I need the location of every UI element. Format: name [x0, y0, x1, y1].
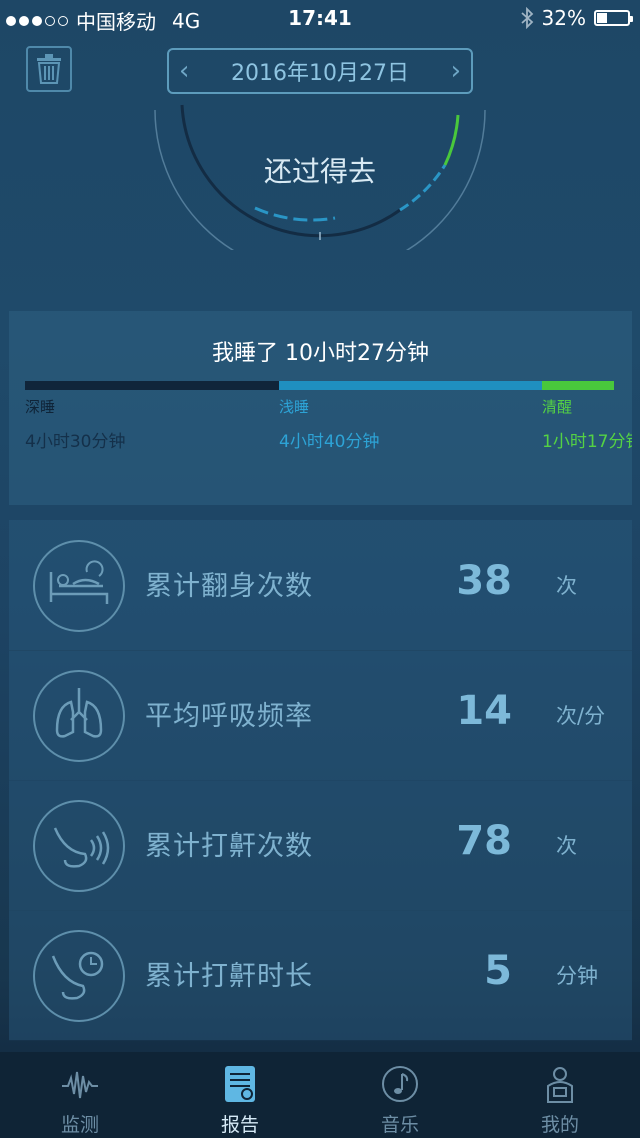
metric-value: 5 — [484, 948, 512, 994]
metrics-list: 累计翻身次数 38 次 平均呼吸频率 14 次/分 累计打鼾次数 78 次 累计… — [9, 520, 632, 1041]
metric-row-snore-duration[interactable]: 累计打鼾时长 5 分钟 — [9, 910, 632, 1041]
snore-icon — [33, 800, 125, 892]
trash-icon — [37, 54, 61, 84]
metric-value: 14 — [456, 688, 512, 734]
tab-monitor[interactable]: 监测 — [0, 1052, 160, 1138]
light-sleep-bar — [279, 381, 542, 390]
light-sleep-duration: 4小时40分钟 — [279, 432, 380, 452]
report-icon — [225, 1066, 255, 1102]
lungs-icon — [33, 670, 125, 762]
tab-profile[interactable]: 我的 — [480, 1052, 640, 1138]
battery-icon — [594, 10, 633, 26]
metric-label: 累计打鼾时长 — [145, 961, 313, 992]
tab-music[interactable]: 音乐 — [320, 1052, 480, 1138]
battery-percent: 32% — [541, 6, 586, 30]
tab-bar: 监测 报告 音乐 我的 — [0, 1052, 640, 1138]
metric-label: 平均呼吸频率 — [145, 701, 313, 732]
status-bar: 中国移动 4G 17:41 32% — [0, 0, 640, 36]
metric-unit: 分钟 — [556, 964, 598, 988]
metric-label: 累计打鼾次数 — [145, 831, 313, 862]
bluetooth-icon — [520, 7, 533, 29]
bed-turn-icon — [33, 540, 125, 632]
tab-report[interactable]: 报告 — [160, 1052, 320, 1138]
metric-value: 38 — [456, 558, 512, 604]
metric-row-turnovers[interactable]: 累计翻身次数 38 次 — [9, 520, 632, 651]
light-sleep-label: 浅睡 — [279, 398, 310, 416]
awake-bar — [542, 381, 614, 390]
sleep-summary-card: 我睡了 10小时27分钟 深睡 浅睡 清醒 4小时30分钟 4小时40分钟 1小… — [9, 311, 632, 505]
total-sleep-label: 我睡了 10小时27分钟 — [212, 341, 429, 366]
deep-sleep-label: 深睡 — [25, 398, 56, 416]
awake-label: 清醒 — [542, 398, 573, 416]
dial-inner-arc-light — [254, 206, 336, 222]
delete-button[interactable] — [26, 46, 72, 92]
metric-row-snore-count[interactable]: 累计打鼾次数 78 次 — [9, 780, 632, 911]
metric-label: 累计翻身次数 — [145, 571, 313, 602]
music-icon — [382, 1066, 418, 1102]
metric-value: 78 — [456, 818, 512, 864]
metric-unit: 次 — [556, 574, 577, 598]
metric-unit: 次/分 — [556, 704, 606, 728]
metric-unit: 次 — [556, 834, 577, 858]
profile-icon — [547, 1067, 573, 1103]
deep-sleep-duration: 4小时30分钟 — [25, 432, 126, 452]
sleep-quality-label: 还过得去 — [263, 155, 376, 188]
awake-duration: 1小时17分钟 — [542, 432, 632, 452]
deep-sleep-bar — [25, 381, 279, 390]
snore-clock-icon — [33, 930, 125, 1022]
metric-row-breathing[interactable]: 平均呼吸频率 14 次/分 — [9, 650, 632, 781]
tab-label: 音乐 — [380, 1114, 419, 1136]
tab-label: 监测 — [60, 1114, 99, 1136]
waveform-icon — [62, 1071, 98, 1099]
tab-label: 我的 — [540, 1114, 579, 1136]
tab-label: 报告 — [220, 1114, 259, 1136]
